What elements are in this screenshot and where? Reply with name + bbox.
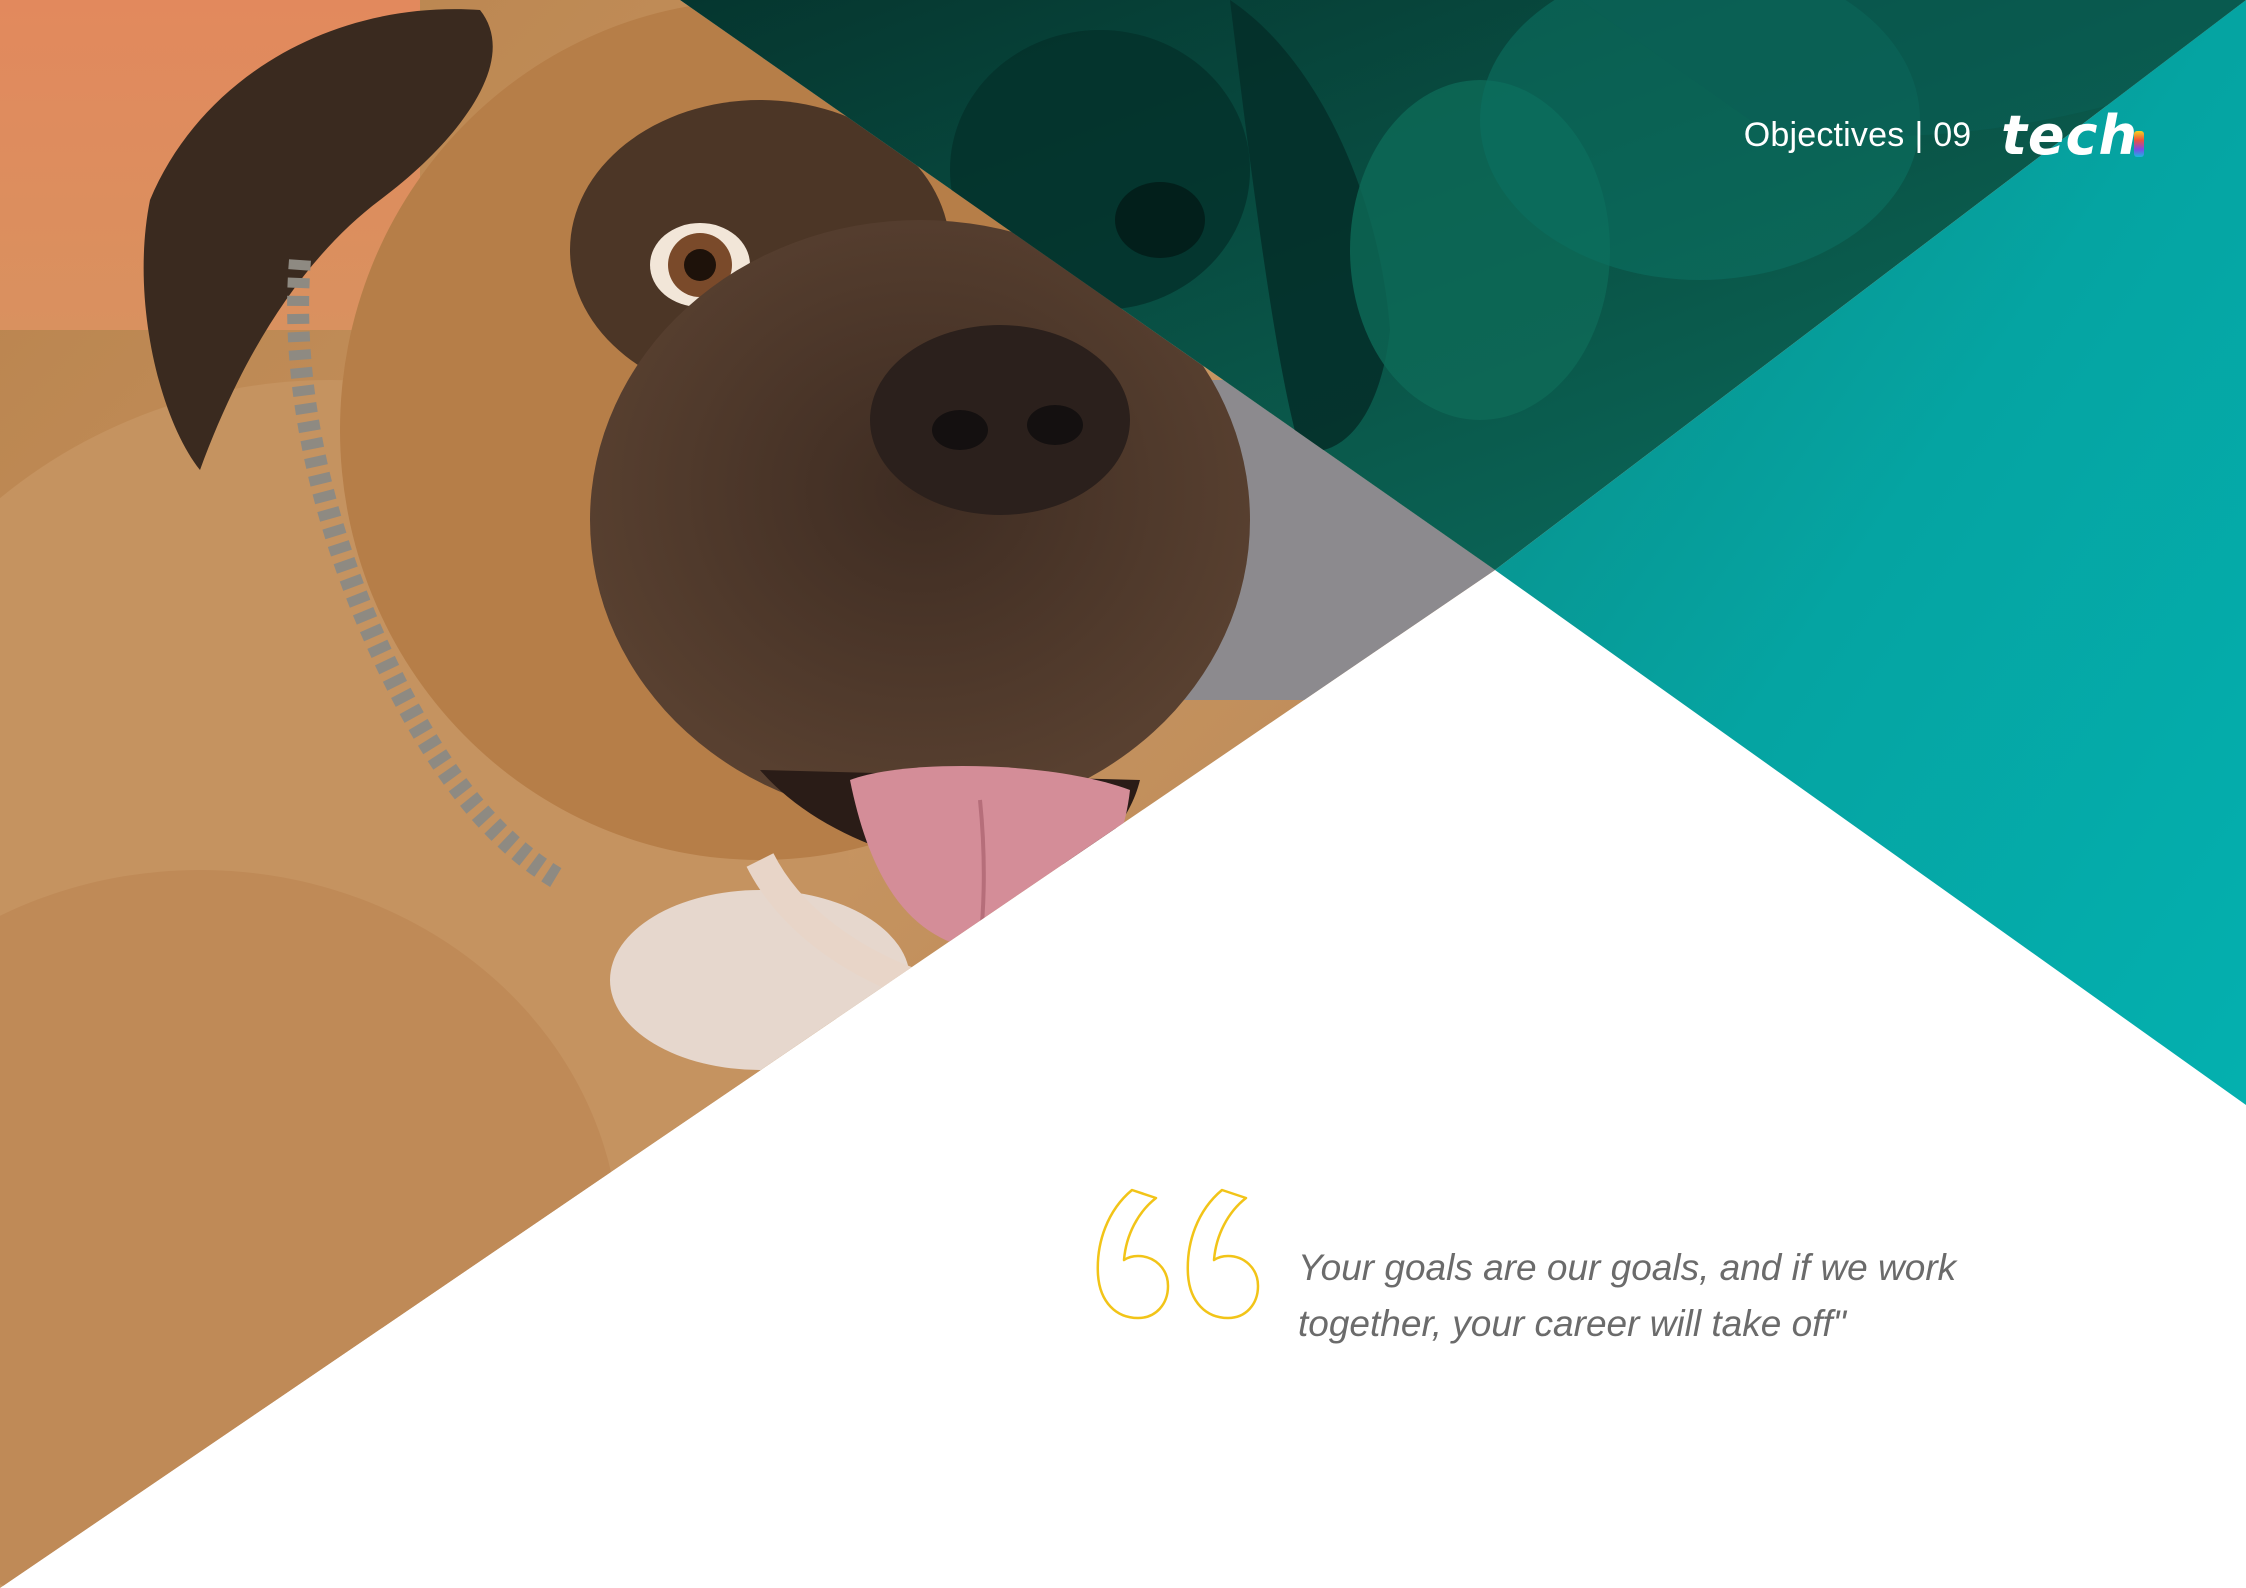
logo-text: tech bbox=[2001, 104, 2138, 167]
page-number: 09 bbox=[1933, 116, 1972, 154]
page-header: Objectives | 09 tech bbox=[1743, 104, 2144, 167]
logo-accent-icon bbox=[2134, 131, 2144, 157]
section-title: Objectives bbox=[1743, 116, 1905, 154]
brochure-page: Objectives | 09 tech Your goals are our … bbox=[0, 0, 2246, 1588]
header-separator: | bbox=[1914, 116, 1924, 154]
quote-text: Your goals are our goals, and if we work… bbox=[1298, 1247, 1957, 1344]
tech-logo: tech bbox=[2001, 104, 2144, 167]
quote-open-icon bbox=[1096, 1188, 1260, 1320]
